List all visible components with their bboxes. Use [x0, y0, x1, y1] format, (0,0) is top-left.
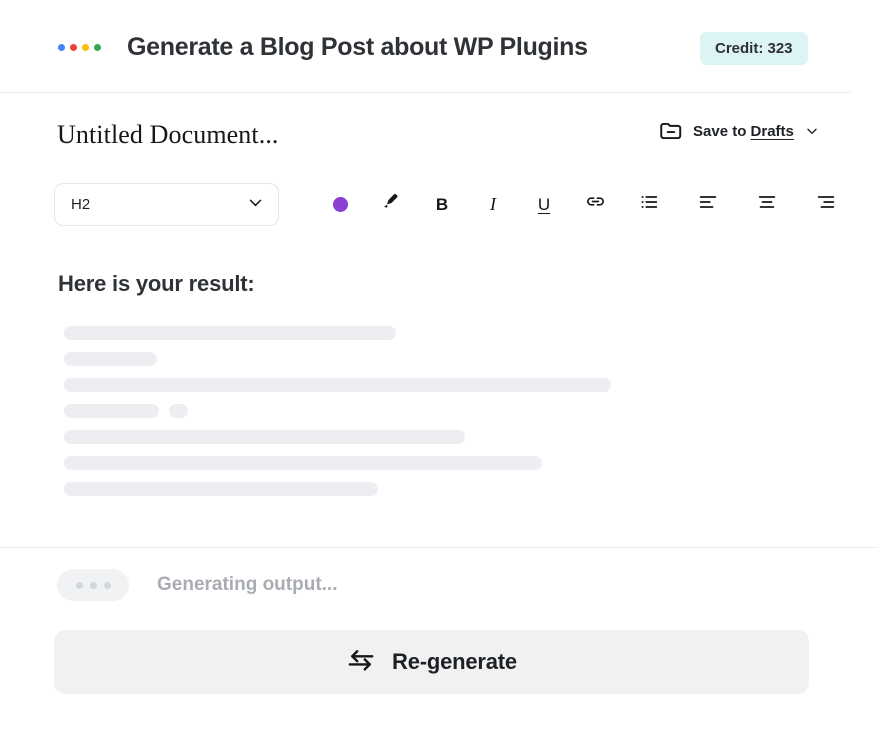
- bullet-list-button[interactable]: [634, 190, 664, 218]
- bold-button[interactable]: B: [427, 190, 457, 218]
- regenerate-label: Re-generate: [392, 649, 517, 675]
- save-target-text[interactable]: Drafts: [751, 123, 794, 140]
- generation-status: Generating output...: [57, 569, 338, 601]
- bold-icon: B: [436, 196, 448, 213]
- credit-badge: Credit: 323: [700, 32, 808, 65]
- underline-icon: U: [538, 196, 550, 213]
- skeleton-row: [64, 430, 804, 444]
- app-window: Generate a Blog Post about WP Plugins Cr…: [0, 0, 878, 748]
- skeleton-row: [64, 378, 804, 392]
- skeleton-row: [64, 456, 804, 470]
- underline-button[interactable]: U: [529, 190, 559, 218]
- skeleton-row: [64, 352, 804, 366]
- skeleton-bar: [64, 352, 157, 366]
- align-center-icon: [756, 191, 778, 218]
- skeleton-bar: [64, 482, 378, 496]
- paragraph-style-select[interactable]: H2: [54, 183, 279, 226]
- document-title[interactable]: Untitled Document...: [57, 120, 279, 150]
- loading-dot: [76, 582, 83, 589]
- page-title: Generate a Blog Post about WP Plugins: [127, 33, 588, 62]
- logo-dot-green: [94, 44, 101, 51]
- align-right-button[interactable]: [811, 190, 841, 218]
- save-to-drafts-control[interactable]: Save to Drafts: [658, 118, 819, 144]
- highlighter-icon: [380, 191, 402, 218]
- result-heading: Here is your result:: [58, 271, 255, 297]
- align-right-icon: [815, 191, 837, 218]
- link-icon: [584, 190, 607, 218]
- chevron-down-icon[interactable]: [247, 194, 264, 216]
- color-swatch-icon: [333, 197, 348, 212]
- app-logo: [58, 44, 101, 51]
- loading-dot: [90, 582, 97, 589]
- regenerate-button[interactable]: Re-generate: [54, 630, 809, 694]
- align-center-button[interactable]: [752, 190, 782, 218]
- logo-dot-blue: [58, 44, 65, 51]
- formatting-toolbar: B I U: [325, 190, 841, 218]
- skeleton-bar: [64, 326, 396, 340]
- chevron-down-icon[interactable]: [805, 124, 819, 138]
- link-button[interactable]: [580, 190, 610, 218]
- skeleton-bar: [169, 404, 188, 418]
- folder-minus-icon: [658, 118, 684, 144]
- logo-dot-red: [70, 44, 77, 51]
- skeleton-bar: [64, 378, 611, 392]
- skeleton-bar: [64, 456, 542, 470]
- swap-arrows-icon: [346, 645, 376, 680]
- skeleton-row: [64, 482, 804, 496]
- bullet-list-icon: [638, 191, 660, 218]
- skeleton-row: [64, 404, 804, 418]
- skeleton-placeholder: [64, 326, 804, 508]
- status-text: Generating output...: [157, 574, 338, 596]
- skeleton-bar: [64, 430, 465, 444]
- logo-dot-yellow: [82, 44, 89, 51]
- text-color-button[interactable]: [325, 190, 355, 218]
- align-left-icon: [697, 191, 719, 218]
- paragraph-style-value: H2: [71, 196, 90, 213]
- loading-dot: [104, 582, 111, 589]
- skeleton-row: [64, 326, 804, 340]
- save-to-drafts-label: Save to Drafts: [693, 123, 794, 140]
- italic-icon: I: [490, 195, 496, 213]
- three-dots-loading-icon: [57, 569, 129, 601]
- skeleton-bar: [64, 404, 159, 418]
- highlighter-button[interactable]: [376, 190, 406, 218]
- save-prefix-text: Save to: [693, 123, 746, 140]
- italic-button[interactable]: I: [478, 190, 508, 218]
- align-left-button[interactable]: [693, 190, 723, 218]
- footer-divider: [0, 547, 878, 548]
- app-header: Generate a Blog Post about WP Plugins Cr…: [0, 0, 851, 93]
